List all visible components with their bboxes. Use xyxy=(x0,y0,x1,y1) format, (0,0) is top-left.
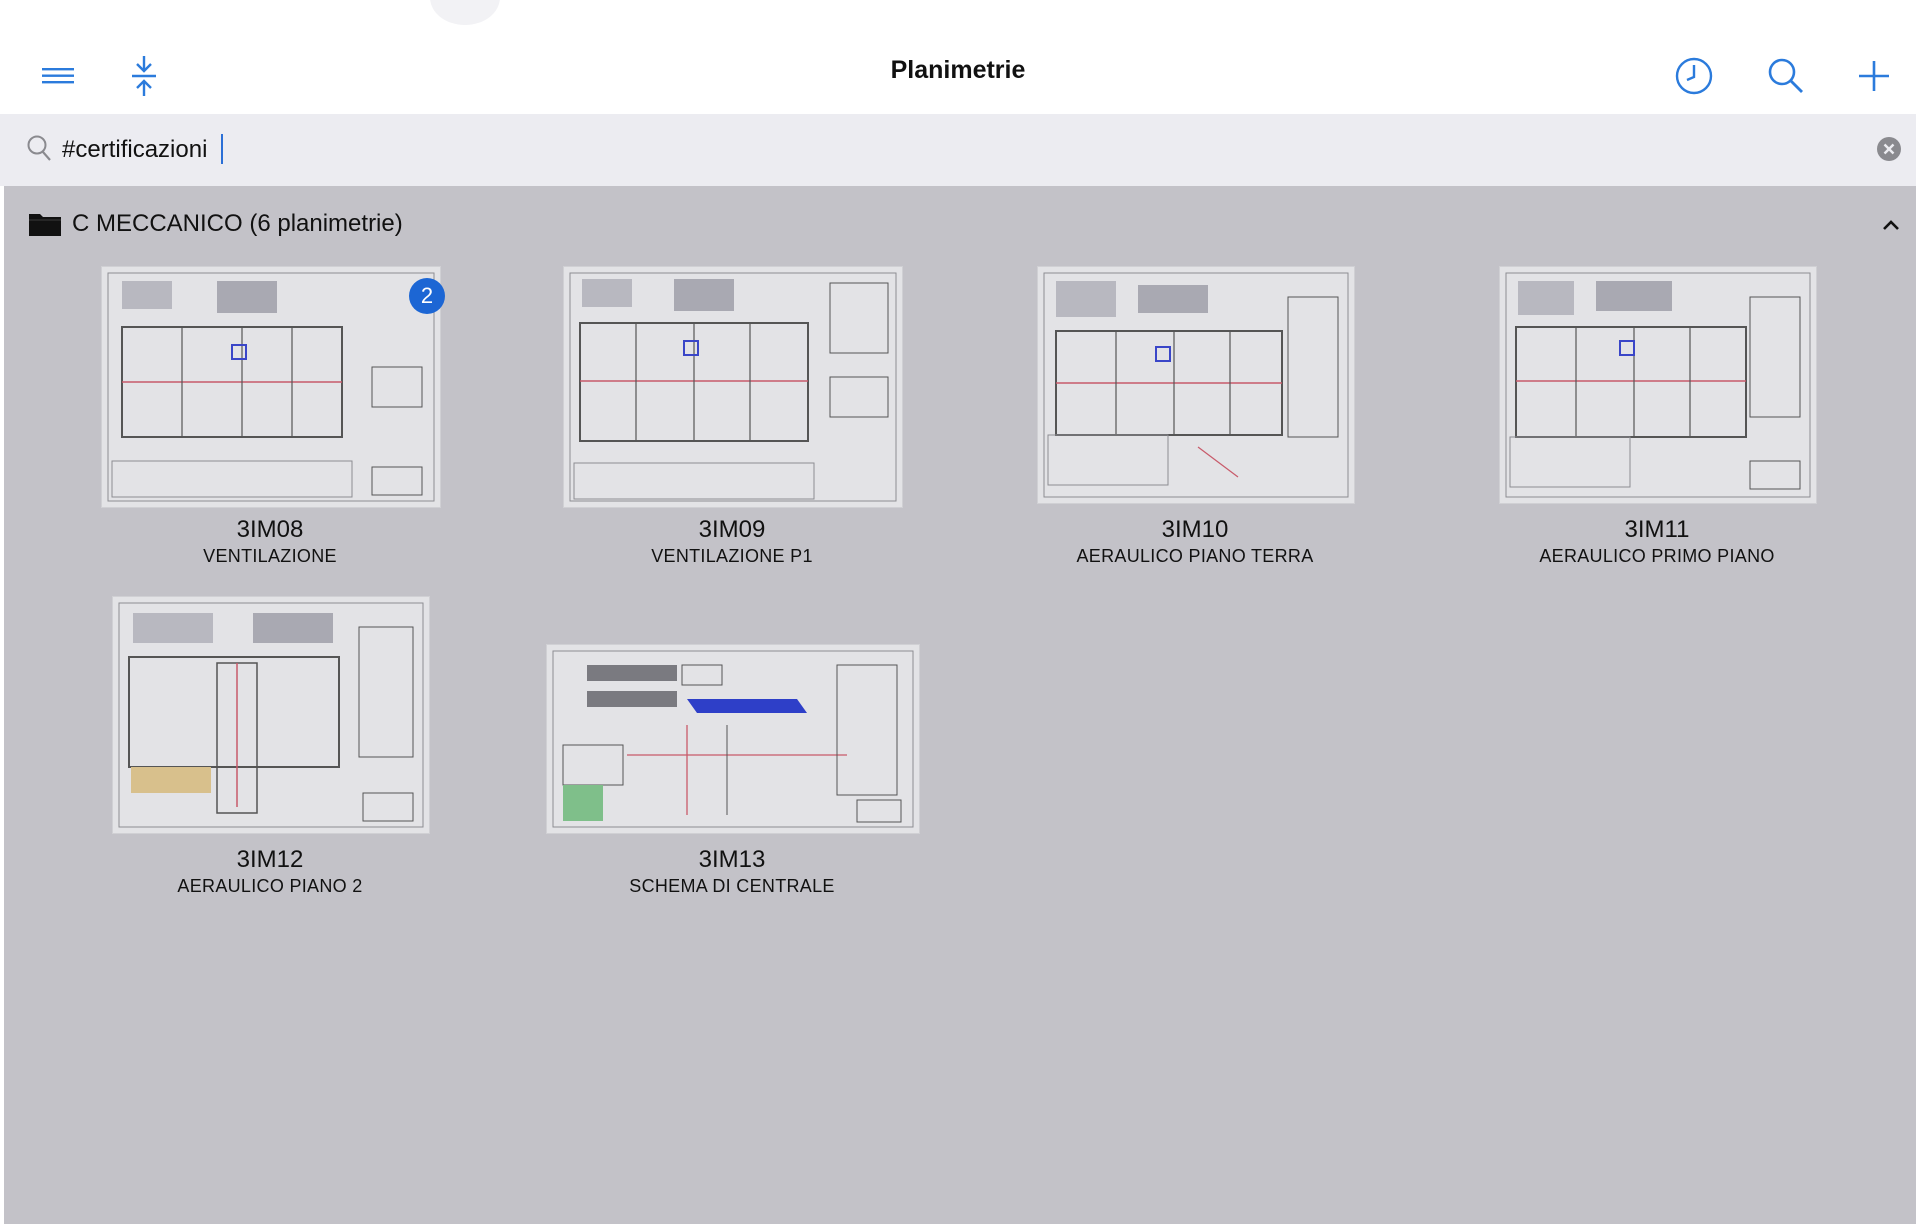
plan-code: 3IM11 xyxy=(1624,516,1690,543)
plan-thumbnail xyxy=(112,596,430,834)
plus-icon xyxy=(1859,61,1889,91)
clock-icon xyxy=(1675,57,1713,95)
plan-code: 3IM09 xyxy=(698,516,766,543)
page-title: Planimetrie xyxy=(890,56,1026,84)
plan-thumbnail xyxy=(546,644,920,834)
add-button[interactable] xyxy=(1846,48,1902,104)
chevron-up-icon[interactable] xyxy=(1876,210,1906,240)
floor-plan-drawing-icon xyxy=(107,272,435,502)
plan-code: 3IM10 xyxy=(1161,516,1229,543)
plan-subtitle: VENTILAZIONE P1 xyxy=(651,546,813,566)
plan-subtitle: AERAULICO PIANO 2 xyxy=(177,876,363,896)
section-title: C MECCANICO (6 planimetrie) xyxy=(72,210,403,237)
plan-subtitle: AERAULICO PIANO TERRA xyxy=(1076,546,1314,566)
search-button[interactable] xyxy=(1758,48,1814,104)
plan-card-3im10[interactable]: 3IM10 AERAULICO PIANO TERRA xyxy=(995,266,1395,566)
plan-code: 3IM13 xyxy=(698,846,766,873)
plan-subtitle: VENTILAZIONE xyxy=(203,546,337,566)
plan-card-3im13[interactable]: 3IM13 SCHEMA DI CENTRALE xyxy=(532,644,932,896)
section-header[interactable]: C MECCANICO (6 planimetrie) xyxy=(28,206,403,242)
text-caret xyxy=(221,134,223,164)
history-button[interactable] xyxy=(1666,48,1722,104)
status-bar xyxy=(0,0,1916,38)
search-input[interactable] xyxy=(62,130,1852,170)
plan-thumbnail xyxy=(563,266,903,508)
folder-icon xyxy=(29,214,61,236)
ghost-avatar xyxy=(430,0,500,25)
search-field-icon xyxy=(27,135,51,161)
floor-plan-drawing-icon xyxy=(118,602,424,828)
plan-subtitle: AERAULICO PRIMO PIANO xyxy=(1539,546,1775,566)
plan-card-3im12[interactable]: 3IM12 AERAULICO PIANO 2 xyxy=(70,596,470,896)
floor-plan-drawing-icon xyxy=(1505,272,1811,498)
plan-code: 3IM12 xyxy=(236,846,304,873)
clear-search-icon[interactable] xyxy=(1876,136,1902,162)
floor-plan-drawing-icon xyxy=(1043,272,1349,498)
plan-thumbnail xyxy=(1037,266,1355,504)
search-icon xyxy=(1768,58,1803,93)
plans-grid-area: C MECCANICO (6 planimetrie) 2 3IM08 VENT… xyxy=(0,186,1916,1224)
plan-subtitle: SCHEMA DI CENTRALE xyxy=(629,876,835,896)
navigation-bar: Planimetrie xyxy=(0,38,1916,120)
plant-schematic-drawing-icon xyxy=(552,650,914,828)
plan-code: 3IM08 xyxy=(236,516,304,543)
left-edge xyxy=(0,186,4,1224)
plan-card-3im08[interactable]: 2 3IM08 VENTILAZIONE xyxy=(70,266,470,566)
notification-badge: 2 xyxy=(409,278,445,314)
plan-card-3im11[interactable]: 3IM11 AERAULICO PRIMO PIANO xyxy=(1457,266,1857,566)
plan-thumbnail xyxy=(1499,266,1817,504)
plan-thumbnail xyxy=(101,266,441,508)
search-bar xyxy=(0,114,1916,186)
plan-card-3im09[interactable]: 3IM09 VENTILAZIONE P1 xyxy=(532,266,932,566)
floor-plan-drawing-icon xyxy=(569,272,897,502)
